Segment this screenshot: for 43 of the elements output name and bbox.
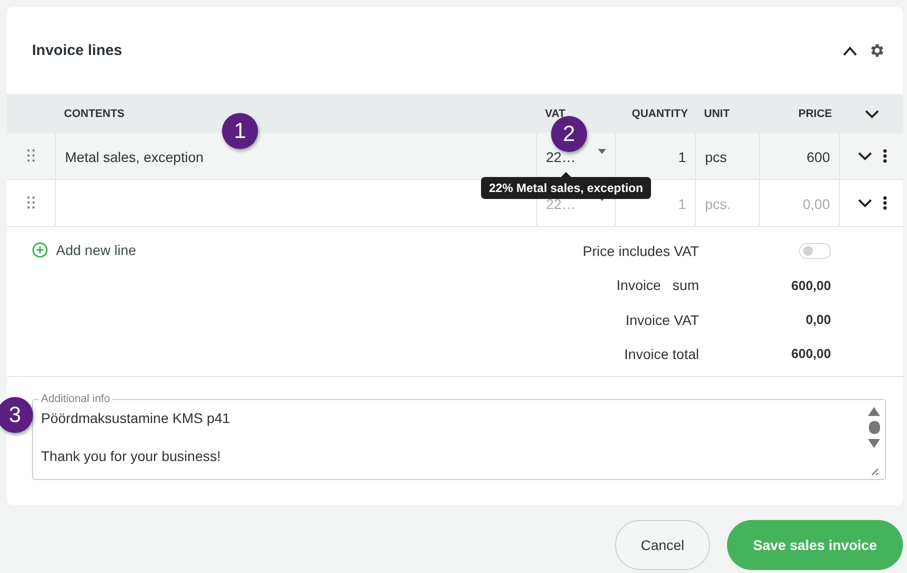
table-cell: pcs [705,149,727,165]
drag-handle-icon[interactable] [27,196,35,209]
total-label: Invoice VAT [624,312,699,328]
scroll-thumb-icon [868,421,880,434]
table-cell: 1 [678,196,686,212]
vat-select[interactable]: 22… [546,149,576,165]
drag-handle-icon[interactable] [27,149,35,162]
total-label: Invoice total [623,346,699,362]
text-area-field[interactable]: Additional info Pöördmaksustamine KMS p41 Thank you for your business! [32,393,886,480]
cancel-button[interactable]: Cancel [615,520,710,570]
resize-handle-icon[interactable] [869,466,879,476]
column-header: PRICE [797,108,833,120]
settings-icon [868,42,885,59]
table-cell: pcs. [705,196,731,212]
total-value: 600,00 [790,278,831,293]
plus-circle-icon [32,242,48,258]
dropdown-icon [598,149,606,154]
table-cell: 1 [678,149,686,165]
section-title: Invoice lines [32,42,124,59]
settings-button[interactable] [868,42,885,59]
column-header: QUANTITY [630,108,689,120]
more-icon[interactable] [882,196,886,210]
field-label: Additional info [40,393,112,405]
more-icon[interactable] [882,149,886,163]
scroll-down-icon [868,439,880,448]
column-header: CONTENTS [63,108,126,120]
chevron-down-icon [856,151,872,161]
collapse-button[interactable] [842,46,858,56]
chevron-up-icon [842,46,858,56]
price-includes-vat-label: Price includes VAT [582,243,699,260]
total-value: 600,00 [790,346,831,362]
table-cell: Metal sales, exception [65,149,204,165]
tooltip: 22% Metal sales, exception [481,177,652,199]
total-label: Invoice sum [616,277,699,294]
scroll-up-icon [868,407,880,416]
column-header: UNIT [703,108,731,120]
add-line-button[interactable]: Add new line [32,239,136,261]
chevron-down-icon [856,198,872,208]
total-value: 0,00 [804,312,831,328]
table-cell: 0,00 [802,196,830,212]
table-cell: 600 [806,149,830,165]
toggle-switch[interactable] [799,243,831,260]
chevron-down-icon [864,108,880,118]
